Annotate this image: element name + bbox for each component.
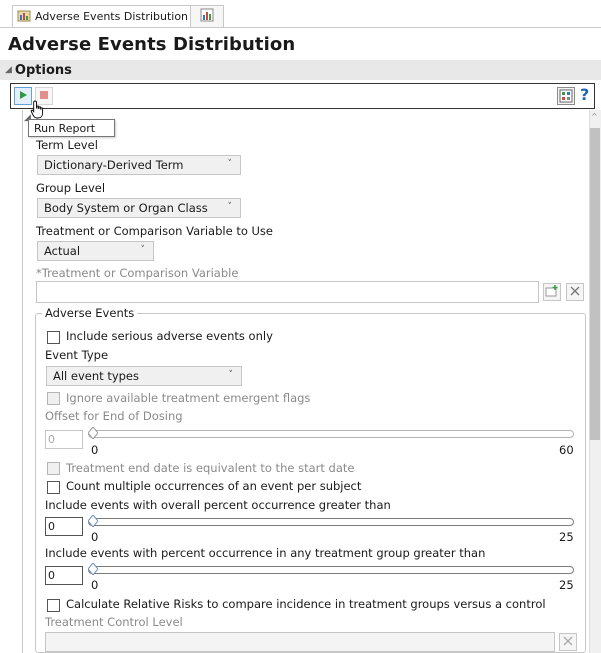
- term-level-value: Dictionary-Derived Term: [44, 158, 184, 172]
- offset-min: 0: [91, 443, 99, 457]
- chevron-down-icon: ˅: [228, 370, 234, 380]
- relative-risks-label: Calculate Relative Risks to compare inci…: [66, 597, 546, 611]
- overall-percent-slider-knob[interactable]: [87, 514, 99, 528]
- group-level-label: Group Level: [36, 181, 106, 195]
- page-title: Adverse Events Distribution: [8, 34, 296, 55]
- overall-percent-slider-track[interactable]: [88, 518, 574, 526]
- add-variable-button[interactable]: [543, 283, 561, 301]
- overall-percent-label: Include events with overall percent occu…: [45, 498, 391, 512]
- treatment-end-label: Treatment end date is equivalent to the …: [66, 461, 355, 475]
- treatment-var-select[interactable]: Actual ˅: [37, 241, 154, 261]
- serious-only-label: Include serious adverse events only: [66, 329, 273, 343]
- chevron-down-icon: ˅: [140, 245, 146, 255]
- offset-input[interactable]: 0: [45, 430, 83, 449]
- remove-variable-button[interactable]: [566, 283, 584, 301]
- play-icon: [18, 89, 28, 103]
- ignore-flags-checkbox[interactable]: [47, 392, 60, 405]
- options-header-label: Options: [14, 62, 72, 78]
- serious-only-checkbox[interactable]: [47, 331, 60, 344]
- add-column-icon: [545, 284, 559, 301]
- control-level-field[interactable]: [45, 632, 555, 652]
- term-level-select[interactable]: Dictionary-Derived Term ˅: [37, 155, 241, 175]
- event-type-label: Event Type: [45, 348, 109, 362]
- close-icon: [562, 635, 574, 650]
- ignore-flags-label: Ignore available treatment emergent flag…: [66, 391, 311, 405]
- treatment-var-label: Treatment or Comparison Variable to Use: [36, 224, 274, 238]
- offset-slider-track[interactable]: [88, 430, 574, 438]
- config-button[interactable]: [557, 87, 575, 105]
- any-group-percent-max: 25: [559, 578, 574, 592]
- options-toolbar: [10, 83, 595, 109]
- offset-max: 60: [559, 443, 574, 457]
- offset-label: Offset for End of Dosing: [45, 409, 183, 423]
- any-group-percent-input[interactable]: 0: [45, 566, 83, 585]
- treatment-var-value: Actual: [44, 244, 81, 258]
- report-tab-icon: [17, 8, 31, 25]
- count-multiple-label: Count multiple occurrences of an event p…: [66, 479, 362, 493]
- term-level-label: Term Level: [36, 138, 98, 152]
- overall-percent-max: 25: [559, 530, 574, 544]
- hand-cursor-icon: [30, 100, 46, 123]
- collapse-triangle-icon[interactable]: ◢: [5, 65, 12, 75]
- event-type-select[interactable]: All event types ˅: [46, 366, 242, 386]
- overall-percent-input[interactable]: 0: [45, 517, 83, 536]
- close-icon: [569, 285, 581, 300]
- help-icon[interactable]: ?: [580, 85, 589, 104]
- any-group-percent-min: 0: [91, 578, 99, 592]
- chart-tab-icon: [200, 8, 214, 25]
- scroll-up-icon[interactable]: ^: [591, 112, 598, 121]
- tab-label: Adverse Events Distribution: [35, 10, 189, 23]
- tab-divider: [0, 27, 601, 28]
- group-level-select[interactable]: Body System or Organ Class ˅: [37, 198, 241, 218]
- treatment-end-checkbox[interactable]: [47, 462, 60, 475]
- tab-chart[interactable]: [190, 5, 224, 27]
- treatment-comparison-label: *Treatment or Comparison Variable: [36, 266, 239, 280]
- count-multiple-checkbox[interactable]: [47, 481, 60, 494]
- control-level-label: Treatment Control Level: [45, 615, 183, 629]
- any-group-percent-slider-track[interactable]: [88, 566, 574, 574]
- event-type-value: All event types: [53, 369, 140, 383]
- remove-control-level-button[interactable]: [559, 633, 577, 651]
- chevron-down-icon: ˅: [227, 202, 233, 212]
- relative-risks-checkbox[interactable]: [47, 599, 60, 612]
- treatment-comparison-field[interactable]: [36, 281, 539, 303]
- group-level-value: Body System or Organ Class: [44, 201, 208, 215]
- adverse-events-title: Adverse Events: [42, 306, 138, 320]
- offset-slider-knob[interactable]: [87, 426, 99, 440]
- options-header[interactable]: ◢ Options: [0, 60, 601, 80]
- settings-grid-icon: [558, 89, 574, 107]
- overall-percent-min: 0: [91, 530, 99, 544]
- scrollbar-thumb[interactable]: [590, 128, 600, 440]
- any-group-percent-label: Include events with percent occurrence i…: [45, 546, 486, 560]
- tab-adverse-events-distribution[interactable]: Adverse Events Distribution: [12, 5, 198, 27]
- any-group-percent-slider-knob[interactable]: [87, 562, 99, 576]
- chevron-down-icon: ˅: [227, 159, 233, 169]
